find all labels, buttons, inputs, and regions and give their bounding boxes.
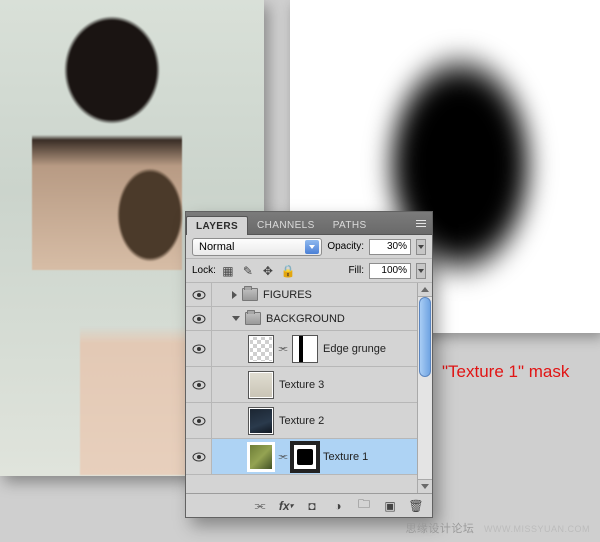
blend-mode-value: Normal: [199, 241, 234, 253]
layers-panel: LAYERS CHANNELS PATHS Normal Opacity: 30…: [185, 211, 433, 518]
adjustment-layer-icon[interactable]: ◑: [330, 498, 346, 514]
visibility-toggle[interactable]: [186, 283, 212, 306]
visibility-toggle[interactable]: [186, 439, 212, 474]
visibility-toggle[interactable]: [186, 307, 212, 330]
visibility-toggle[interactable]: [186, 331, 212, 366]
layer-thumb[interactable]: [248, 335, 274, 363]
panel-footer: ⫘ fx▾ ◘ ◑ 🗀 ▣ 🗑: [186, 493, 432, 517]
blend-opacity-row: Normal Opacity: 30%: [186, 235, 432, 259]
layer-thumb[interactable]: [248, 407, 274, 435]
fill-input[interactable]: 100%: [369, 263, 411, 279]
mask-thumb[interactable]: [292, 443, 318, 471]
scroll-up-icon[interactable]: [418, 283, 432, 297]
fill-label: Fill:: [348, 265, 364, 276]
lock-transparency-icon[interactable]: ▦: [221, 264, 235, 278]
new-group-icon[interactable]: 🗀: [356, 498, 372, 514]
fx-icon[interactable]: fx▾: [278, 498, 294, 514]
scroll-thumb[interactable]: [419, 297, 431, 377]
tab-channels[interactable]: CHANNELS: [248, 216, 324, 234]
group-figures[interactable]: FIGURES: [186, 283, 417, 307]
disclosure-down-icon[interactable]: [232, 316, 240, 321]
layer-label: Texture 3: [279, 379, 324, 391]
tab-paths[interactable]: PATHS: [324, 216, 376, 234]
new-layer-icon[interactable]: ▣: [382, 498, 398, 514]
visibility-toggle[interactable]: [186, 403, 212, 438]
group-background[interactable]: BACKGROUND: [186, 307, 417, 331]
disclosure-right-icon[interactable]: [232, 291, 237, 299]
lock-label: Lock:: [192, 265, 216, 276]
group-label: FIGURES: [263, 289, 312, 301]
add-mask-icon[interactable]: ◘: [304, 498, 320, 514]
layer-label: Texture 1: [323, 451, 368, 463]
link-icon[interactable]: ⫘: [279, 451, 287, 463]
lock-pixels-icon[interactable]: ✎: [241, 264, 255, 278]
layer-texture-3[interactable]: Texture 3: [186, 367, 417, 403]
lock-position-icon[interactable]: ✥: [261, 264, 275, 278]
fill-caret-icon[interactable]: [416, 263, 426, 279]
scroll-down-icon[interactable]: [418, 479, 432, 493]
layer-label: Edge grunge: [323, 343, 386, 355]
watermark-sub: WWW.MISSYUAN.COM: [484, 524, 590, 534]
layer-texture-1[interactable]: ⫘ Texture 1: [186, 439, 417, 475]
opacity-label: Opacity:: [327, 241, 364, 252]
dropdown-caret-icon: [305, 240, 319, 254]
layer-edge-grunge[interactable]: ⫘ Edge grunge: [186, 331, 417, 367]
folder-icon: [245, 312, 261, 325]
visibility-toggle[interactable]: [186, 367, 212, 402]
tab-layers[interactable]: LAYERS: [186, 216, 248, 235]
watermark-main: 思缘设计论坛: [405, 523, 474, 535]
watermark: 思缘设计论坛 WWW.MISSYUAN.COM: [405, 520, 590, 536]
lock-icons: ▦ ✎ ✥ 🔒: [221, 264, 295, 278]
lock-fill-row: Lock: ▦ ✎ ✥ 🔒 Fill: 100%: [186, 259, 432, 283]
layer-texture-2[interactable]: Texture 2: [186, 403, 417, 439]
link-icon[interactable]: ⫘: [279, 343, 287, 355]
panel-tabs: LAYERS CHANNELS PATHS: [186, 212, 432, 235]
layer-label: Texture 2: [279, 415, 324, 427]
blend-mode-select[interactable]: Normal: [192, 238, 322, 256]
layer-list: FIGURES BACKGROUND ⫘: [186, 283, 432, 493]
annotation-label: "Texture 1" mask: [442, 362, 569, 382]
opacity-input[interactable]: 30%: [369, 239, 411, 255]
layer-thumb[interactable]: [248, 443, 274, 471]
folder-icon: [242, 288, 258, 301]
delete-layer-icon[interactable]: 🗑: [408, 498, 424, 514]
layers-scrollbar[interactable]: [417, 283, 432, 493]
mask-thumb[interactable]: [292, 335, 318, 363]
group-label: BACKGROUND: [266, 313, 345, 325]
panel-menu-icon[interactable]: [414, 216, 428, 230]
lock-all-icon[interactable]: 🔒: [281, 264, 295, 278]
link-layers-icon[interactable]: ⫘: [252, 498, 268, 514]
layer-thumb[interactable]: [248, 371, 274, 399]
opacity-caret-icon[interactable]: [416, 239, 426, 255]
